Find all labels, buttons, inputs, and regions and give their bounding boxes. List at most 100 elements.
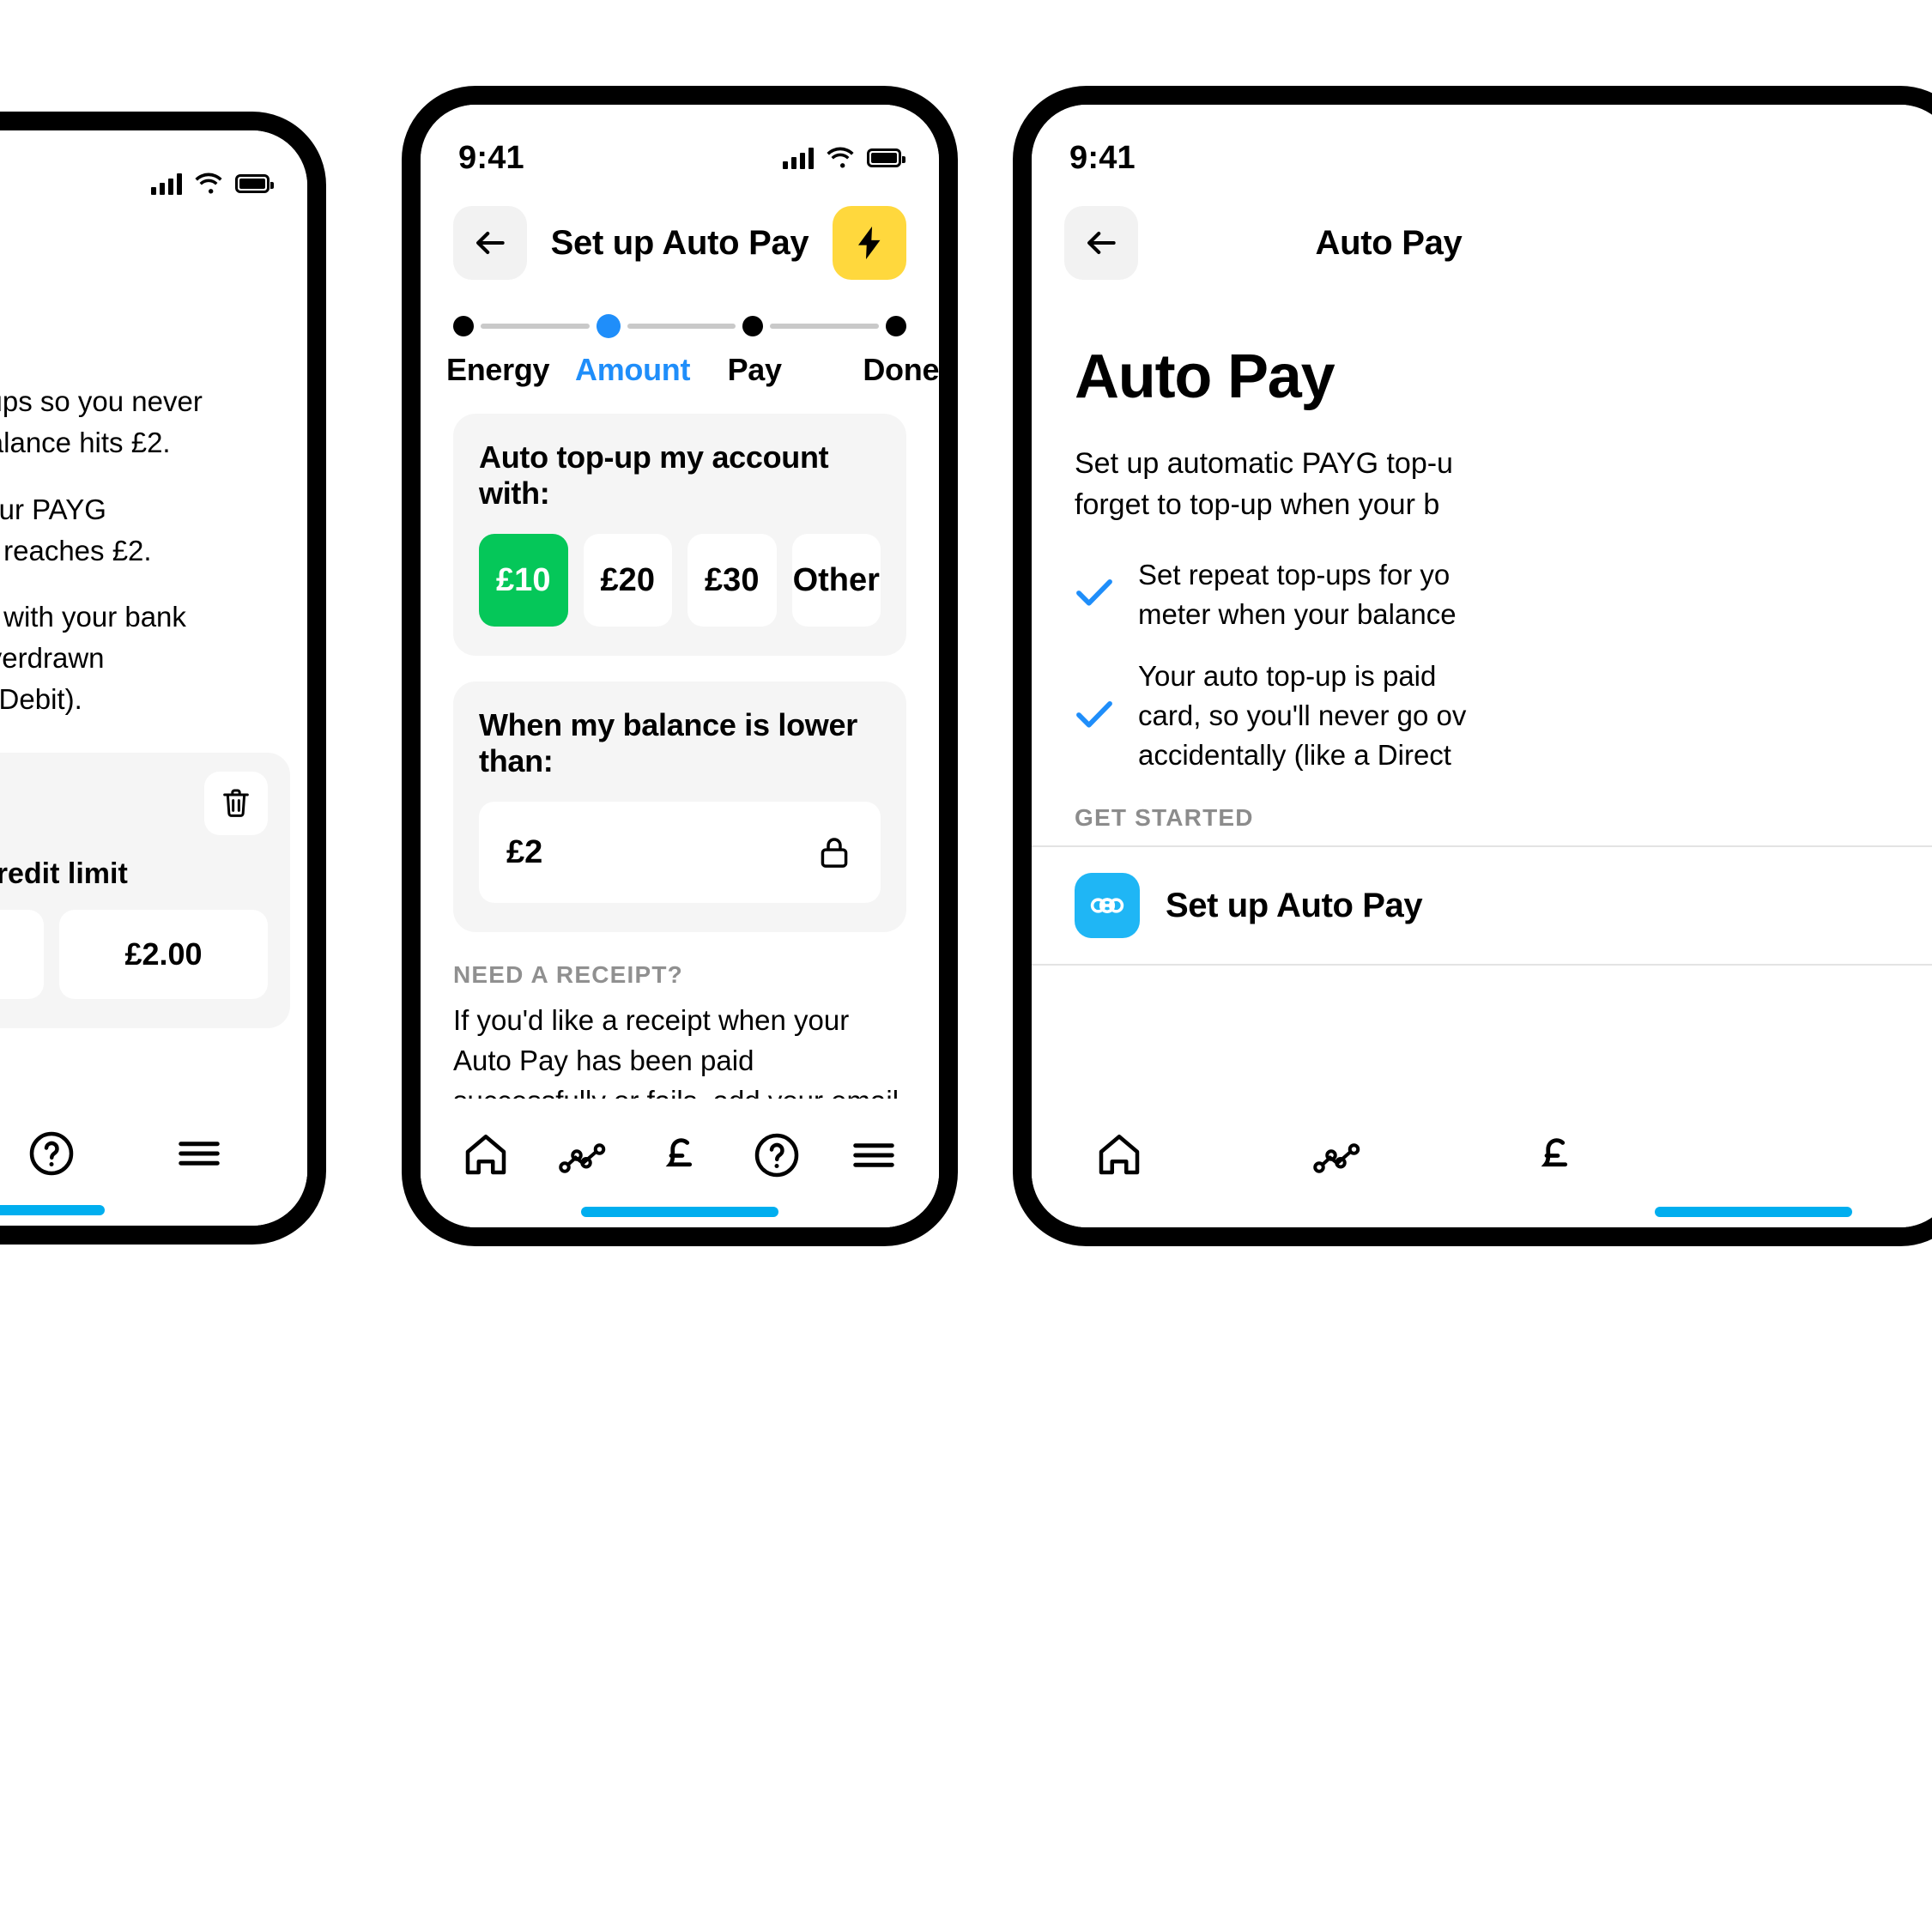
question-circle-icon xyxy=(29,1131,74,1176)
right-status-bar: 9:41 xyxy=(1032,105,1932,187)
amount-option-other[interactable]: Other xyxy=(791,534,881,627)
tab-usage[interactable] xyxy=(547,1119,619,1191)
pound-icon xyxy=(665,1138,693,1167)
battery-icon xyxy=(867,148,905,167)
step-dot-done[interactable] xyxy=(886,316,907,336)
progress-stepper: Energy Amount Pay Done xyxy=(421,290,939,388)
signal-bars-icon xyxy=(783,147,814,169)
setup-auto-pay-label: Set up Auto Pay xyxy=(1166,886,1423,924)
credit-limit-label: Credit limit xyxy=(0,857,128,890)
trash-icon xyxy=(223,789,249,817)
back-button[interactable] xyxy=(453,206,527,280)
left-body: c PAYG top-ups so you never when your ba… xyxy=(0,316,307,720)
checkmark-icon xyxy=(1075,576,1114,613)
back-button[interactable] xyxy=(1064,206,1138,280)
checkmark-icon xyxy=(1075,698,1114,735)
home-icon xyxy=(466,1135,506,1175)
balance-threshold-card: When my balance is lower than: £2 xyxy=(453,681,906,932)
stepper-track xyxy=(453,309,907,343)
tab-usage[interactable] xyxy=(1301,1119,1373,1191)
left-navbar: Auto Pay xyxy=(0,213,307,316)
amount-option-20[interactable]: £20 xyxy=(583,534,672,627)
amount-option-30[interactable]: £30 xyxy=(687,534,777,627)
tab-payments[interactable] xyxy=(644,1119,716,1191)
right-body: Auto Pay Set up automatic PAYG top-u for… xyxy=(1032,290,1932,775)
phone-right: 9:41 Auto Pay Auto Pay Set up automatic … xyxy=(1013,86,1932,1246)
center-status-bar: 9:41 xyxy=(421,105,939,187)
battery-icon xyxy=(235,174,274,193)
phone-left: Auto Pay c PAYG top-ups so you never whe… xyxy=(0,112,326,1245)
topup-amount-card: Auto top-up my account with: £10 £20 £30… xyxy=(453,414,906,656)
right-intro: Set up automatic PAYG top-u forget to to… xyxy=(1075,447,1453,522)
lock-icon xyxy=(821,838,848,868)
amount-options: £10 £20 £30 Other xyxy=(479,534,881,627)
left-page-title: Auto Pay xyxy=(0,250,275,288)
tab-menu[interactable] xyxy=(163,1117,235,1190)
home-indicator xyxy=(581,1207,778,1217)
balance-threshold-title: When my balance is lower than: xyxy=(479,707,857,778)
step-dot-amount[interactable] xyxy=(596,314,621,338)
setup-auto-pay-row[interactable]: Set up Auto Pay xyxy=(1032,845,1932,966)
right-navbar: Auto Pay xyxy=(1032,187,1932,290)
back-arrow-icon xyxy=(476,231,505,255)
balance-threshold-field[interactable]: £2 xyxy=(479,802,881,903)
wifi-icon xyxy=(827,147,854,168)
get-started-label: GET STARTED xyxy=(1075,804,1254,832)
infinity-icon xyxy=(1075,873,1140,939)
right-benefit-list: Set repeat top-ups for yo meter when you… xyxy=(1075,555,1912,776)
topup-amount-title: Auto top-up my account with: xyxy=(479,439,829,511)
tab-home[interactable] xyxy=(1083,1119,1155,1191)
step-label-energy: Energy xyxy=(446,352,550,387)
step-bar-2 xyxy=(627,324,736,329)
step-dot-pay[interactable] xyxy=(742,316,764,336)
phone-center: 9:41 Set up Auto Pay Energy Amount Pay D… xyxy=(402,86,958,1246)
credit-limit-value[interactable]: £2.00 xyxy=(59,909,268,999)
credit-limit-card: Credit limit £2.00 xyxy=(0,752,290,1028)
right-screen: 9:41 Auto Pay Auto Pay Set up automatic … xyxy=(1032,105,1932,1227)
benefit-text: Your auto top-up is paid card, so you'll… xyxy=(1138,659,1467,772)
benefit-item: Set repeat top-ups for yo meter when you… xyxy=(1075,555,1912,634)
back-arrow-icon xyxy=(1087,231,1116,255)
tab-home[interactable] xyxy=(450,1119,522,1191)
left-paragraph-0: c PAYG top-ups so you never when your ba… xyxy=(0,385,203,458)
tab-help[interactable] xyxy=(741,1119,813,1191)
question-circle-icon xyxy=(754,1133,799,1178)
step-bar-1 xyxy=(481,324,590,329)
benefit-text: Set repeat top-ups for yo meter when you… xyxy=(1138,558,1457,630)
tab-help[interactable] xyxy=(15,1117,88,1190)
left-status-bar xyxy=(0,130,307,213)
balance-threshold-value: £2 xyxy=(506,833,543,870)
status-indicators xyxy=(151,173,274,195)
center-navbar: Set up Auto Pay xyxy=(421,187,939,290)
signal-bars-icon xyxy=(151,173,182,195)
page-title: Set up Auto Pay xyxy=(550,223,809,262)
tab-payments[interactable] xyxy=(1519,1119,1591,1191)
step-label-pay: Pay xyxy=(727,352,782,387)
status-indicators xyxy=(783,147,905,169)
home-indicator xyxy=(0,1205,105,1215)
screenshot-stage: Auto Pay c PAYG top-ups so you never whe… xyxy=(0,0,1932,1932)
lightning-bolt-icon xyxy=(857,226,881,260)
line-chart-icon xyxy=(559,1143,606,1173)
receipt-eyebrow: NEED A RECEIPT? xyxy=(453,961,683,988)
step-label-amount: Amount xyxy=(575,352,691,387)
delete-button[interactable] xyxy=(204,771,268,835)
tab-menu[interactable] xyxy=(838,1119,910,1191)
status-time: 9:41 xyxy=(458,139,524,176)
quick-action-button[interactable] xyxy=(833,206,906,280)
benefit-item: Your auto top-up is paid card, so you'll… xyxy=(1075,657,1912,776)
line-chart-icon xyxy=(1313,1143,1360,1173)
step-label-done: Done xyxy=(863,352,939,387)
amount-option-10[interactable]: £10 xyxy=(479,534,568,627)
home-icon xyxy=(1099,1135,1140,1175)
left-paragraph-1: op-ups for your PAYG your balance reache… xyxy=(0,493,152,566)
stepper-labels: Energy Amount Pay Done xyxy=(446,352,939,388)
credit-limit-field-blank[interactable] xyxy=(0,909,44,999)
step-dot-energy[interactable] xyxy=(453,316,474,336)
hamburger-menu-icon xyxy=(179,1142,220,1166)
left-screen: Auto Pay c PAYG top-ups so you never whe… xyxy=(0,130,307,1226)
step-bar-3 xyxy=(770,324,880,329)
home-indicator xyxy=(1655,1207,1852,1217)
pound-icon xyxy=(1541,1138,1568,1167)
status-time: 9:41 xyxy=(1069,139,1136,176)
